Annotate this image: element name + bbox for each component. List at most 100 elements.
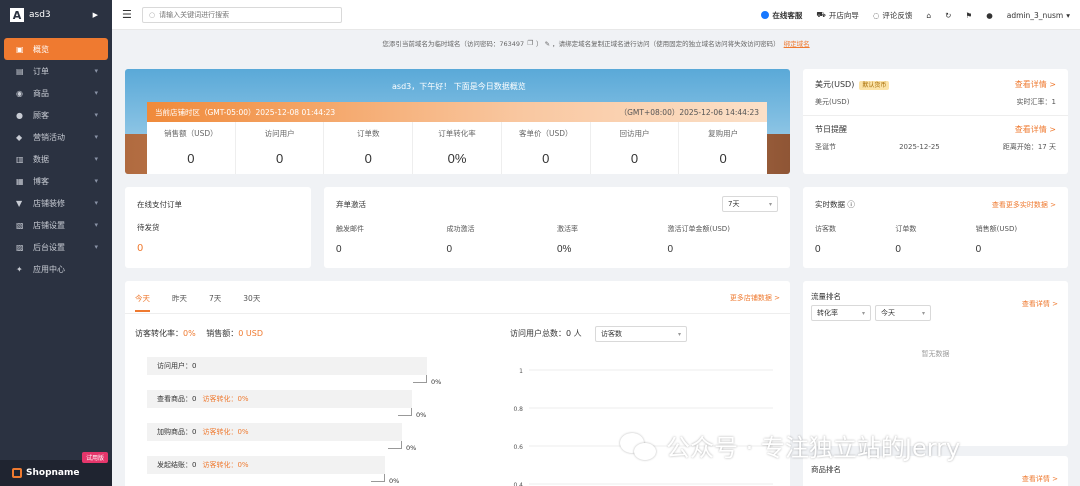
- stat-value: 0: [542, 151, 550, 166]
- funnel-step-conversion: 访客转化：0%: [202, 395, 249, 403]
- search-box[interactable]: ○: [142, 6, 342, 23]
- sidebar-item-5[interactable]: ▥ 数据 ▾: [4, 148, 108, 170]
- brand-name: Shopname: [26, 468, 80, 478]
- stat-value: 0: [630, 151, 639, 166]
- sidebar-item-label: 应用中心: [33, 264, 65, 274]
- sidebar-nav: ▣ 概览 ▤ 订单 ▾ ◉ 商品 ▾ ● 顾客 ▾ ◆ 营销活动 ▾ ▥ 数据 ▾ ▦ 博客 ▾ ▼ 店铺装修 ▾ ▧ 店铺设置…: [0, 38, 112, 280]
- chevron-down-icon: ▾: [861, 309, 865, 317]
- watermark-text: 公众号 · 专注独立站的Jerry: [666, 434, 961, 462]
- chevron-down-icon: ▾: [94, 243, 98, 251]
- menu-toggle-icon[interactable]: ☰: [122, 8, 132, 21]
- more-store-data-link[interactable]: 更多店铺数据 >: [730, 293, 780, 303]
- sidebar-item-9[interactable]: ▨ 后台设置 ▾: [4, 236, 108, 258]
- chevron-down-icon: ▾: [677, 330, 681, 338]
- visit-metric-select[interactable]: 访客数 ▾: [595, 326, 687, 342]
- visitor-line-chart: 1 0.8 0.6 0.4: [513, 368, 773, 486]
- tab-0[interactable]: 今天: [135, 293, 150, 312]
- local-timezone: （GMT+08:00）2025-12-06 14:44:23: [619, 107, 759, 117]
- bind-domain-link[interactable]: 绑定域名: [784, 38, 810, 48]
- metric-label: 激活订单金额(USD): [667, 225, 730, 233]
- sidebar-item-0[interactable]: ▣ 概览: [4, 38, 108, 60]
- top-actions: 在线客服 ⛟ 开店向导 ◌ 评论反馈 ⌂ ↻ ⚑ ● admin_3_nusm ▾: [761, 0, 1070, 30]
- open-store-guide-button[interactable]: ⛟ 开店向导: [816, 10, 858, 21]
- stat-item: 复购用户 0: [679, 122, 767, 174]
- metric-value: 0: [336, 244, 342, 255]
- marketing-icon: ◆: [16, 132, 23, 142]
- funnel-step-percent: 0%: [416, 411, 427, 419]
- brand-footer: Shopname 试用版: [0, 452, 112, 486]
- abandon-period-select[interactable]: 7天 ▾: [722, 196, 778, 212]
- chevron-down-icon: ▾: [94, 133, 98, 141]
- sidebar-item-7[interactable]: ▼ 店铺装修 ▾: [4, 192, 108, 214]
- tab-1[interactable]: 昨天: [172, 293, 187, 312]
- metric-item: 激活订单金额(USD) 0: [668, 224, 779, 255]
- stat-item: 访问用户 0: [236, 122, 325, 174]
- tab-2[interactable]: 7天: [209, 293, 221, 312]
- metric-value: 0: [895, 244, 901, 255]
- sidebar-item-1[interactable]: ▤ 订单 ▾: [4, 60, 108, 82]
- sidebar-item-3[interactable]: ● 顾客 ▾: [4, 104, 108, 126]
- funnel-step-conversion: 访客转化：0%: [202, 428, 249, 436]
- funnel-step-label: 加购商品：0: [157, 428, 197, 436]
- user-menu[interactable]: admin_3_nusm ▾: [1007, 11, 1070, 20]
- traffic-period-select[interactable]: 今天 ▾: [875, 305, 931, 321]
- empty-state: 暂无数据: [921, 350, 950, 358]
- truck-icon: ⛟: [816, 10, 826, 19]
- sidebar-item-6[interactable]: ▦ 博客 ▾: [4, 170, 108, 192]
- holiday-view-link[interactable]: 查看详情 >: [1015, 124, 1056, 135]
- y-tick-label: 0.6: [513, 444, 523, 451]
- sidebar-item-4[interactable]: ◆ 营销活动 ▾: [4, 126, 108, 148]
- realtime-more-link[interactable]: 查看更多实时数据 >: [992, 200, 1056, 210]
- traffic-metric-select[interactable]: 转化率 ▾: [811, 305, 871, 321]
- store-switcher[interactable]: A asd3 ▶: [0, 0, 112, 30]
- metric-value: 0: [815, 244, 821, 255]
- chevron-down-icon: ▾: [94, 67, 98, 75]
- today-stats: 销售额（USD） 0 访问用户 0 订单数 0 订单转化率 0% 客单价（USD） 0 回访用户 0 复…: [147, 122, 767, 174]
- funnel-step-percent: 0%: [406, 444, 417, 452]
- sidebar-item-8[interactable]: ▧ 店铺设置 ▾: [4, 214, 108, 236]
- currency-sub-name: 美元(USD): [815, 98, 850, 106]
- metric-item: 订单数 0: [895, 224, 975, 255]
- home-icon[interactable]: ⌂: [926, 11, 931, 20]
- sidebar: A asd3 ▶ ▣ 概览 ▤ 订单 ▾ ◉ 商品 ▾ ● 顾客 ▾ ◆ 营销活动 ▾ ▥ 数据 ▾ ▦ 博客 ▾ ▼ 店…: [0, 0, 112, 486]
- tab-3[interactable]: 30天: [243, 293, 260, 312]
- abandon-title: 弃单激活: [336, 200, 366, 209]
- funnel-step-label: 访问用户：0: [157, 362, 197, 370]
- funnel-step-percent: 0%: [389, 477, 400, 485]
- traffic-rank-card: 流量排名 转化率 ▾ 今天 ▾ 查看详情 > 暂无数据: [803, 281, 1068, 446]
- currency-view-link[interactable]: 查看详情 >: [1015, 79, 1056, 90]
- search-input[interactable]: [159, 10, 330, 19]
- flag-icon[interactable]: ⚑: [965, 11, 972, 20]
- metric-value: 0: [446, 244, 453, 255]
- metric-value: 0: [975, 244, 982, 255]
- online-service-button[interactable]: 在线客服: [761, 10, 802, 21]
- stat-label: 回访用户: [619, 129, 650, 138]
- data-icon: ▥: [16, 154, 24, 164]
- currency-card: 美元(USD) 默认货币 查看详情 > 美元(USD) 实时汇率：1 节日提醒 查…: [803, 69, 1068, 174]
- chevron-down-icon: ▾: [94, 221, 98, 229]
- y-tick-label: 1: [519, 368, 523, 375]
- sidebar-item-label: 营销活动: [33, 132, 65, 142]
- refresh-icon[interactable]: ↻: [945, 11, 951, 20]
- realtime-card: 实时数据 ⓘ 查看更多实时数据 > 访客数 0 订单数 0 销售额(USD) 0: [803, 187, 1068, 268]
- pending-ship-value[interactable]: 0: [137, 243, 299, 254]
- overview-banner: asd3，下午好！ 下面是今日数据概览 当前店铺时区（GMT-05:00）202…: [125, 69, 790, 174]
- bell-icon[interactable]: ●: [986, 11, 993, 20]
- stat-label: 客单价（USD）: [518, 129, 573, 138]
- copy-icon[interactable]: ❐: [527, 39, 533, 47]
- metric-value: 0: [667, 244, 674, 255]
- default-currency-tag: 默认货币: [859, 81, 890, 90]
- store-logo: A: [10, 8, 24, 22]
- metric-item: 激活率 0%: [557, 224, 668, 255]
- help-icon[interactable]: ⓘ: [847, 200, 855, 209]
- chevron-down-icon: ▾: [94, 155, 98, 163]
- stat-label: 销售额（USD）: [164, 129, 218, 138]
- sidebar-item-10[interactable]: ✦ 应用中心: [4, 258, 108, 280]
- stat-value: 0: [187, 151, 195, 166]
- feedback-button[interactable]: ◌ 评论反馈: [873, 10, 913, 21]
- sidebar-item-label: 店铺设置: [33, 220, 65, 230]
- traffic-rank-view-link[interactable]: 查看详情 >: [1022, 299, 1058, 309]
- wechat-logo-icon: [620, 431, 658, 461]
- product-rank-view-link[interactable]: 查看详情 >: [1022, 474, 1058, 484]
- sidebar-item-2[interactable]: ◉ 商品 ▾: [4, 82, 108, 104]
